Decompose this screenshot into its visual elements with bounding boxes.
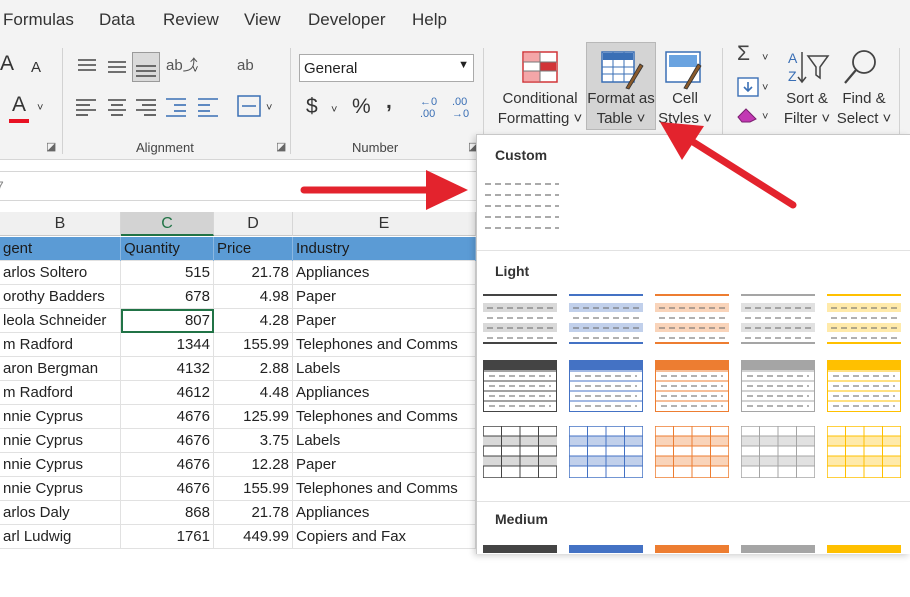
annotation-arrows: [300, 122, 797, 210]
arrow-right-annotation: [300, 170, 468, 210]
arrow-up-annotation: [660, 122, 797, 209]
